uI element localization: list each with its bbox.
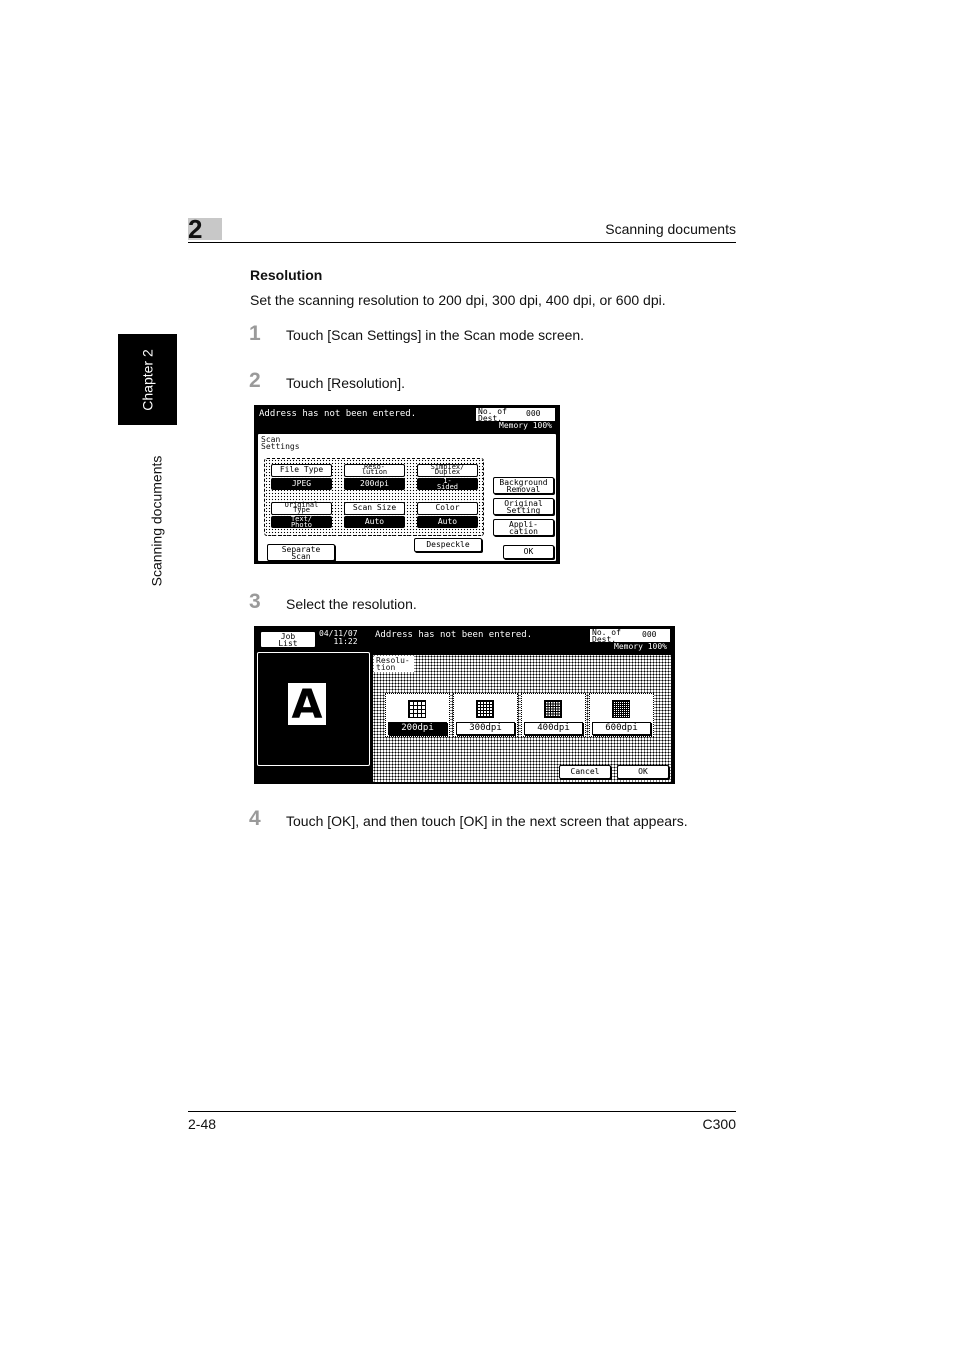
- dest-label: No. of Dest.: [478, 407, 507, 423]
- chapter-number: 2: [188, 214, 203, 244]
- background-removal-button[interactable]: Background Removal: [493, 477, 554, 494]
- model-name: C300: [702, 1116, 736, 1132]
- panel-title: Resolu- tion: [376, 656, 410, 672]
- separate-scan-button[interactable]: Separate Scan: [267, 544, 335, 561]
- ok-button[interactable]: OK: [503, 545, 554, 559]
- resolution-option-600[interactable]: 600dpi: [589, 693, 654, 737]
- date-time: 04/11/07 11:22: [319, 629, 358, 646]
- resolution-option-400[interactable]: 400dpi: [521, 693, 586, 737]
- step-number: 2: [249, 369, 261, 392]
- application-button[interactable]: Appli- cation: [493, 519, 554, 536]
- status-message: Address has not been entered.: [375, 630, 533, 640]
- ok-button[interactable]: OK: [617, 765, 669, 779]
- preview-area: A: [257, 652, 370, 766]
- resolution-grid-icon: [612, 700, 630, 718]
- scan-settings-screen: Address has not been entered. No. of Des…: [254, 405, 560, 564]
- header-section-title: Scanning documents: [605, 221, 736, 237]
- cancel-button[interactable]: Cancel: [559, 765, 611, 779]
- job-list-button[interactable]: Job List: [260, 631, 316, 648]
- step-number: 1: [249, 322, 261, 345]
- header-rule: [188, 242, 736, 243]
- page-number: 2-48: [188, 1116, 217, 1132]
- despeckle-button[interactable]: Despeckle: [414, 538, 482, 552]
- resolution-button[interactable]: Reso- lution 200dpi: [342, 462, 407, 494]
- section-heading: Resolution: [250, 267, 323, 283]
- destination-box: No. of Dest. 000 Memory 100%: [475, 407, 556, 431]
- resolution-option-300[interactable]: 300dpi: [453, 693, 518, 737]
- memory-indicator: Memory 100%: [476, 421, 555, 430]
- step-text: Touch [Scan Settings] in the Scan mode s…: [286, 327, 585, 343]
- dest-label: No. of Dest.: [592, 628, 621, 644]
- original-setting-button[interactable]: Original Setting: [493, 498, 554, 515]
- resolution-grid-icon: [544, 700, 562, 718]
- color-button[interactable]: Color Auto: [415, 500, 480, 532]
- preview-image: A: [288, 683, 326, 727]
- step-number: 4: [249, 807, 261, 830]
- resolution-option-200[interactable]: 200dpi: [385, 693, 450, 737]
- step-text: Touch [Resolution].: [286, 375, 406, 391]
- destination-box: No. of Dest. 000 Memory 100%: [589, 628, 671, 652]
- dest-count: 000: [642, 630, 657, 639]
- status-message: Address has not been entered.: [259, 409, 417, 419]
- scan-size-button[interactable]: Scan Size Auto: [342, 500, 407, 532]
- intro-paragraph: Set the scanning resolution to 200 dpi, …: [250, 292, 666, 308]
- resolution-grid-icon: [408, 700, 426, 718]
- file-type-button[interactable]: File Type JPEG: [269, 462, 334, 494]
- resolution-screen: Job List 04/11/07 11:22 A Address has no…: [254, 626, 675, 784]
- resolution-grid-icon: [476, 700, 494, 718]
- footer-rule: [188, 1111, 736, 1112]
- step-text: Touch [OK], and then touch [OK] in the n…: [286, 813, 688, 829]
- step-number: 3: [249, 590, 261, 613]
- side-tab-chapter: Chapter 2: [139, 348, 156, 411]
- memory-indicator: Memory 100%: [590, 642, 670, 651]
- step-text: Select the resolution.: [286, 596, 417, 612]
- panel-title: Scan Settings: [261, 435, 300, 451]
- original-type-button[interactable]: Original Type Text/ Photo: [269, 500, 334, 532]
- dest-count: 000: [526, 409, 541, 418]
- scan-settings-panel: Scan Settings File Type JPEG Reso- lutio…: [256, 432, 558, 563]
- simplex-duplex-button[interactable]: Simplex/ Duplex 1- Sided: [415, 462, 480, 494]
- side-tab-section: Scanning documents: [148, 455, 165, 587]
- resolution-panel: Resolu- tion 200dpi 300dpi 400dpi 600dpi…: [371, 653, 673, 784]
